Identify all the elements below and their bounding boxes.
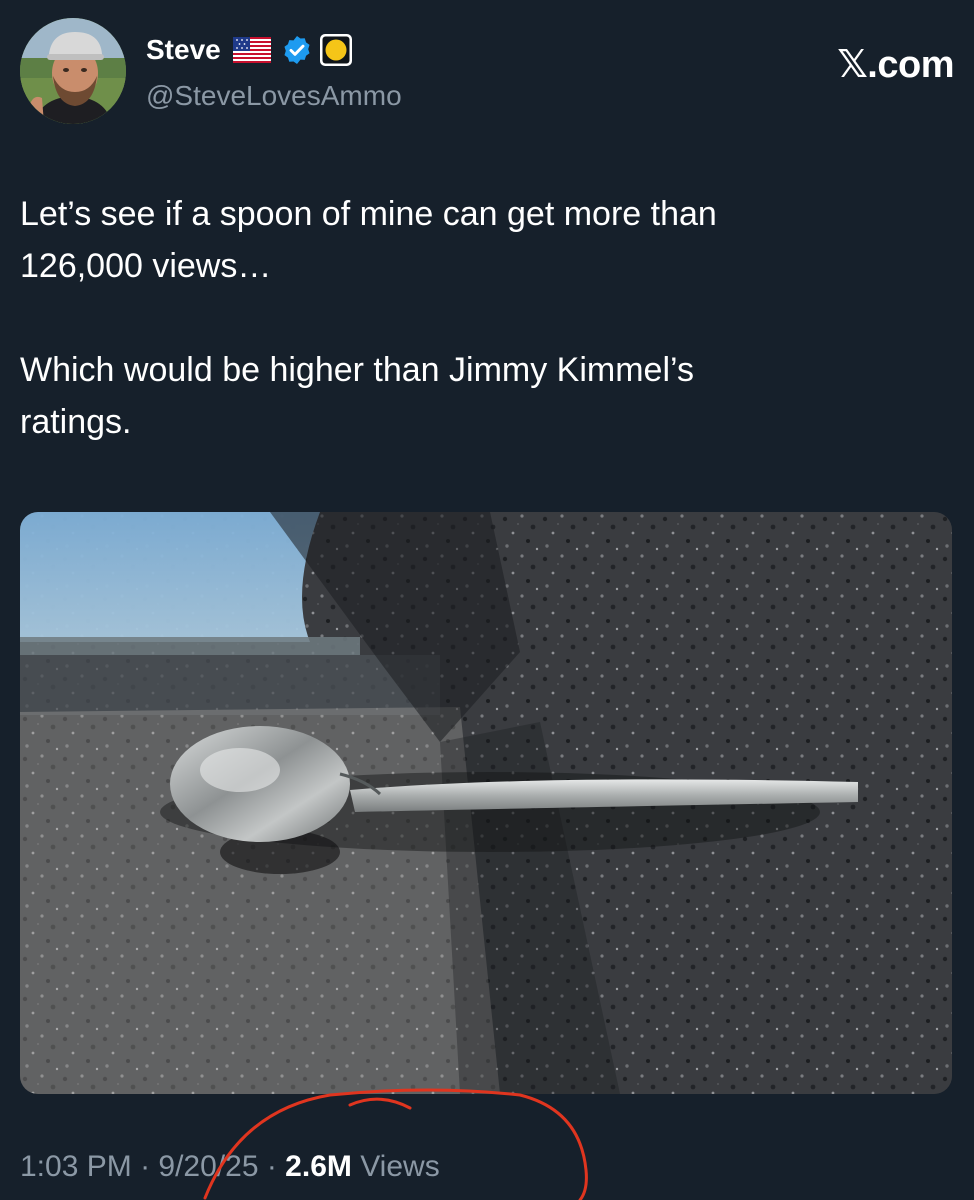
views-count[interactable]: 2.6M: [285, 1150, 352, 1183]
tweet-photo[interactable]: [20, 512, 952, 1094]
tweet-paragraph-1: Let’s see if a spoon of mine can get mor…: [20, 195, 717, 285]
avatar[interactable]: [20, 18, 126, 124]
spoon-photo: [20, 512, 952, 1094]
author-handle[interactable]: @SteveLovesAmmo: [146, 80, 402, 112]
site-watermark: 𝕏.com: [837, 44, 954, 86]
views-label: Views: [351, 1150, 440, 1183]
yellow-circle-icon: [319, 34, 352, 66]
verified-check-icon: [284, 36, 310, 64]
meta-separator: ·: [258, 1150, 286, 1183]
tweet-paragraph-2: Which would be higher than Jimmy Kimmel’…: [20, 351, 694, 441]
avatar-photo: [20, 18, 126, 124]
tweet-text: Let’s see if a spoon of mine can get mor…: [20, 188, 920, 448]
author-name-row: Steve: [146, 30, 353, 70]
tweet-date[interactable]: 9/20/25: [158, 1150, 258, 1183]
display-name[interactable]: Steve: [146, 34, 221, 66]
us-flag-icon: [232, 37, 271, 63]
tweet-time[interactable]: 1:03 PM: [20, 1150, 132, 1183]
tweet-meta: 1:03 PM · 9/20/25 · 2.6M Views: [20, 1150, 440, 1184]
tweet-header: Steve @SteveLovesAmmo 𝕏.com: [20, 18, 954, 128]
meta-separator: ·: [131, 1150, 159, 1183]
